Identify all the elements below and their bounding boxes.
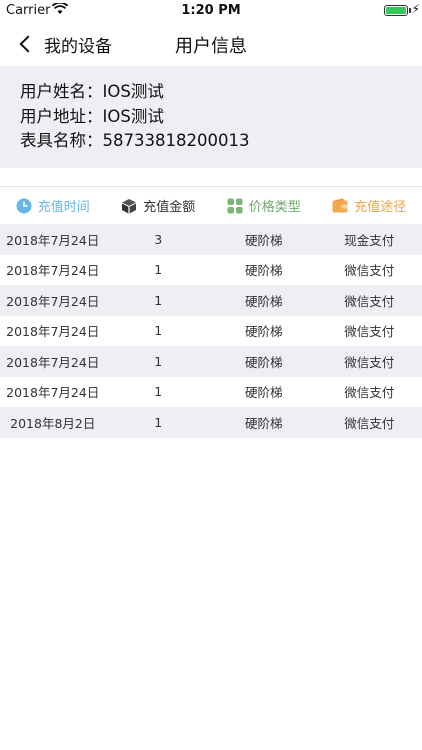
- table-cell-price-type: 硬阶梯: [244, 232, 283, 248]
- table-cell-channel: 微信支付: [344, 293, 395, 309]
- column-header-time: 充值时间: [0, 187, 106, 224]
- table-cell-channel: 微信支付: [344, 263, 395, 279]
- table-cell-price-type: 硬阶梯: [244, 293, 283, 309]
- table-row: 2018年7月24日 3 硬阶梯 现金支付: [0, 224, 422, 255]
- table-row: 2018年7月24日 1 硬阶梯 微信支付: [0, 285, 422, 316]
- table-cell-amount: 3: [154, 231, 163, 247]
- column-header-time-label: 充值时间: [37, 200, 90, 215]
- table-cell-channel: 现金支付: [344, 232, 395, 248]
- column-header-price-type: 价格类型: [211, 187, 317, 224]
- column-header-channel: 充值途径: [317, 187, 422, 224]
- table-row: 2018年8月2日 1 硬阶梯 微信支付: [0, 407, 422, 438]
- table-cell-channel: 微信支付: [344, 415, 395, 431]
- battery-icon: [384, 5, 408, 16]
- table-cell-time: 2018年8月2日: [10, 415, 96, 431]
- table-cell-price-type: 硬阶梯: [244, 324, 283, 340]
- table-header: 充值时间 充值金额 价格类型 充值途径: [0, 186, 422, 224]
- column-header-amount-label: 充值金额: [143, 200, 196, 215]
- table-cell-time: 2018年7月24日: [6, 324, 100, 340]
- table-cell-amount: 1: [154, 323, 163, 339]
- table-cell-amount: 1: [154, 414, 163, 430]
- user-address-value: IOS测试: [102, 106, 164, 126]
- meter-name-row: 表具名称：58733818200013: [20, 129, 402, 154]
- table-cell-amount: 1: [154, 262, 163, 278]
- page-title: 用户信息: [175, 36, 247, 57]
- table-row: 2018年7月24日 1 硬阶梯 微信支付: [0, 254, 422, 285]
- table-cell-price-type: 硬阶梯: [244, 263, 283, 279]
- meter-name-label: 表具名称：: [20, 131, 103, 150]
- user-info-panel: 用户姓名：IOS测试 用户地址：IOS测试 表具名称：5873381820001…: [0, 66, 422, 168]
- table-cell-time: 2018年7月24日: [6, 263, 100, 279]
- table-cell-channel: 微信支付: [344, 385, 395, 401]
- table-row: 2018年7月24日 1 硬阶梯 微信支付: [0, 346, 422, 377]
- table-cell-time: 2018年7月24日: [6, 232, 100, 248]
- clock-icon: [16, 198, 32, 214]
- status-bar: Carrier 1:20 PM ⚡: [0, 0, 422, 22]
- recharge-table: 2018年7月24日 3 硬阶梯 现金支付 2018年7月24日 1 硬阶梯 微信支付 2018…: [0, 224, 422, 438]
- clock-time: 1:20 PM: [181, 3, 241, 18]
- table-cell-price-type: 硬阶梯: [244, 354, 283, 370]
- column-header-channel-label: 充值途径: [354, 200, 407, 215]
- grid-icon: [227, 198, 243, 214]
- table-row: 2018年7月24日 1 硬阶梯 微信支付: [0, 376, 422, 407]
- table-cell-amount: 1: [154, 353, 163, 369]
- table-cell-time: 2018年7月24日: [6, 385, 100, 401]
- user-name-value: IOS测试: [102, 82, 164, 101]
- table-cell-amount: 1: [154, 384, 163, 400]
- table-cell-amount: 1: [154, 292, 163, 308]
- table-cell-time: 2018年7月24日: [6, 354, 100, 370]
- column-header-price-type-label: 价格类型: [248, 200, 301, 215]
- user-name-row: 用户姓名：IOS测试: [20, 80, 402, 105]
- meter-name-value: 58733818200013: [102, 131, 250, 150]
- navigation-bar: 我的设备 用户信息: [0, 22, 422, 66]
- box-icon: [121, 198, 137, 214]
- table-cell-channel: 微信支付: [344, 354, 395, 370]
- table-cell-price-type: 硬阶梯: [244, 385, 283, 401]
- table-cell-time: 2018年7月24日: [6, 293, 100, 309]
- user-address-row: 用户地址：IOS测试: [20, 105, 402, 130]
- table-row: 2018年7月24日 1 硬阶梯 微信支付: [0, 315, 422, 346]
- user-name-label: 用户姓名：: [20, 82, 103, 101]
- table-cell-price-type: 硬阶梯: [244, 415, 283, 431]
- column-header-amount: 充值金额: [106, 187, 212, 224]
- wallet-icon: [332, 198, 348, 214]
- charging-bolt-icon: ⚡: [411, 2, 420, 16]
- table-cell-channel: 微信支付: [344, 324, 395, 340]
- user-address-label: 用户地址：: [20, 106, 103, 126]
